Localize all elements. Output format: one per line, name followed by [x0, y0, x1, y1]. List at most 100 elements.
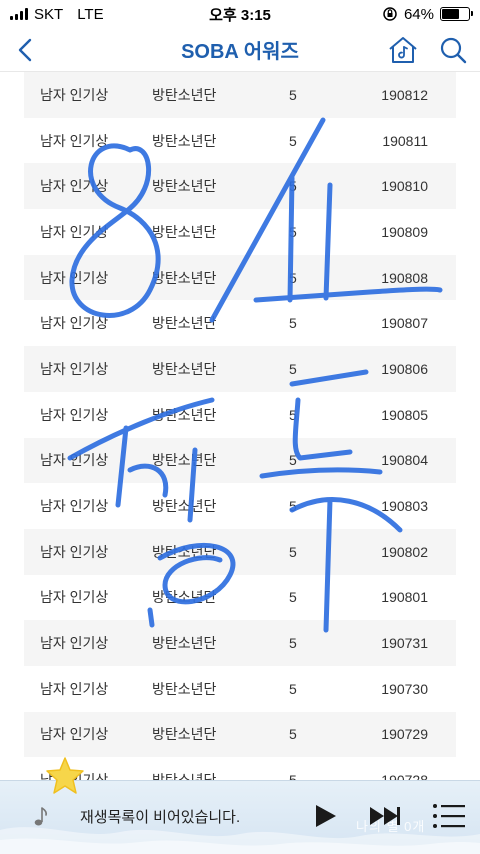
date-cell: 190729 [381, 726, 428, 743]
search-icon[interactable] [438, 35, 468, 65]
table-row: 남자 인기상 방탄소년단 5 190731 [24, 620, 456, 666]
status-left: SKT LTE [10, 6, 104, 23]
table-row: 남자 인기상 방탄소년단 5 190812 [24, 72, 456, 118]
vote-count-cell: 5 [289, 726, 297, 743]
table-row: 남자 인기상 방탄소년단 5 190809 [24, 209, 456, 255]
signal-icon [10, 8, 28, 20]
award-cell: 남자 인기상 [40, 543, 109, 560]
date-cell: 190802 [381, 543, 428, 560]
artist-cell: 방탄소년단 [152, 315, 217, 332]
vote-history-list[interactable]: 남자 인기상 방탄소년단 5 190812 남자 인기상 방탄소년단 5 190811 남자 인… [24, 72, 456, 780]
date-cell: 190812 [381, 86, 428, 103]
award-cell: 남자 인기상 [40, 498, 109, 515]
table-row: 남자 인기상방탄소년단5190728 [24, 757, 456, 780]
artist-cell: 방탄소년단 [152, 543, 217, 560]
table-row: 남자 인기상 방탄소년단 5 190802 [24, 528, 456, 575]
table-row: 남자 인기상 방탄소년단 5 190810 [24, 163, 456, 210]
vote-count-cell: 5 [289, 315, 297, 332]
vote-count-cell: 5 [289, 360, 297, 377]
artist-cell: 방탄소년단 [152, 452, 217, 469]
award-cell: 남자 인기상 [40, 86, 109, 103]
table-row: 남자 인기상 방탄소년단 5 190801 [24, 574, 456, 621]
award-cell: 남자 인기상 [40, 726, 109, 743]
award-cell: 남자 인기상 [40, 223, 109, 240]
table-row: 남자 인기상 방탄소년단 5 190805 [24, 391, 456, 438]
nav-bar: SOBA 어워즈 [0, 28, 480, 72]
chevron-left-icon[interactable] [12, 36, 40, 64]
battery-level [442, 9, 459, 19]
artist-cell: 방탄소년단 [152, 360, 217, 377]
award-cell: 남자 인기상 [40, 269, 109, 286]
orientation-lock-icon [383, 7, 397, 21]
date-cell: 190801 [381, 589, 428, 606]
date-cell: 190803 [381, 498, 428, 515]
award-cell: 남자 인기상 [40, 406, 109, 423]
award-cell: 남자 인기상 [40, 589, 109, 606]
music-note-icon [34, 807, 48, 826]
award-cell: 남자 인기상 [40, 452, 109, 469]
date-cell: 190728 [329, 772, 456, 780]
table-row: 남자 인기상 방탄소년단 5 190811 [24, 117, 456, 164]
artist-cell: 방탄소년단 [152, 589, 217, 606]
artist-cell: 방탄소년단 [152, 498, 217, 515]
artist-cell: 방탄소년단 [152, 178, 217, 195]
vote-count-cell: 5 [289, 452, 297, 469]
date-cell: 190805 [381, 406, 428, 423]
date-cell: 190811 [382, 132, 428, 149]
artist-cell: 방탄소년단 [152, 223, 217, 240]
playlist-empty-text: 재생목록이 비어있습니다. [80, 809, 241, 826]
date-cell: 190804 [381, 452, 428, 469]
table-row: 남자 인기상 방탄소년단 5 190804 [24, 437, 456, 484]
battery-icon [440, 7, 473, 21]
star-icon [46, 757, 84, 794]
award-cell: 남자 인기상 [40, 178, 109, 195]
table-row: 남자 인기상 방탄소년단 5 190806 [24, 346, 456, 392]
vote-count-cell: 5 [289, 680, 297, 697]
date-cell: 190808 [381, 269, 428, 286]
vote-count-cell: 5 [269, 772, 329, 780]
award-cell: 남자 인기상 [40, 360, 109, 377]
status-bar: SKT LTE 오후 3:15 64% [0, 0, 480, 28]
home-icon[interactable] [386, 33, 420, 67]
date-cell: 190731 [381, 635, 428, 652]
vote-count-cell: 5 [289, 223, 297, 240]
artist-cell: 방탄소년단 [152, 680, 217, 697]
artist-cell: 방탄소년단 [144, 770, 269, 780]
artist-cell: 방탄소년단 [152, 406, 217, 423]
vote-count-cell: 5 [289, 543, 297, 560]
date-cell: 190807 [381, 315, 428, 332]
table-row: 남자 인기상 방탄소년단 5 190807 [24, 300, 456, 347]
artist-cell: 방탄소년단 [152, 635, 217, 652]
award-cell: 남자 인기상 [40, 132, 109, 149]
artist-cell: 방탄소년단 [152, 86, 217, 103]
vote-count-cell: 5 [289, 86, 297, 103]
network-label: LTE [77, 5, 104, 23]
play-icon[interactable] [312, 802, 338, 830]
artist-cell: 방탄소년단 [152, 726, 217, 743]
playlist-menu-icon[interactable] [432, 802, 466, 830]
award-cell: 남자 인기상 [40, 635, 109, 652]
table-row: 남자 인기상 방탄소년단 5 190729 [24, 711, 456, 758]
award-cell: 남자 인기상 [40, 315, 109, 332]
vote-count-cell: 5 [289, 589, 297, 606]
battery-percent: 64% [403, 5, 434, 23]
page-title: SOBA 어워즈 [181, 41, 299, 63]
date-cell: 190806 [381, 360, 428, 377]
table-row: 남자 인기상 방탄소년단 5 190803 [24, 483, 456, 529]
vote-count-cell: 5 [289, 635, 297, 652]
date-cell: 190809 [381, 223, 428, 240]
status-right: 64% [382, 5, 473, 23]
artist-cell: 방탄소년단 [152, 132, 217, 149]
fast-forward-icon[interactable] [368, 804, 402, 828]
vote-count-cell: 5 [289, 178, 297, 195]
vote-count-cell: 5 [289, 498, 297, 515]
vote-count-cell: 5 [289, 132, 297, 149]
table-row: 남자 인기상 방탄소년단 5 190730 [24, 665, 456, 712]
table-row: 남자 인기상 방탄소년단 5 190808 [24, 254, 456, 301]
date-cell: 190730 [381, 680, 428, 697]
date-cell: 190810 [381, 178, 428, 195]
vote-count-cell: 5 [289, 269, 297, 286]
artist-cell: 방탄소년단 [152, 269, 217, 286]
award-cell: 남자 인기상 [40, 680, 109, 697]
carrier-label: SKT [34, 5, 64, 23]
